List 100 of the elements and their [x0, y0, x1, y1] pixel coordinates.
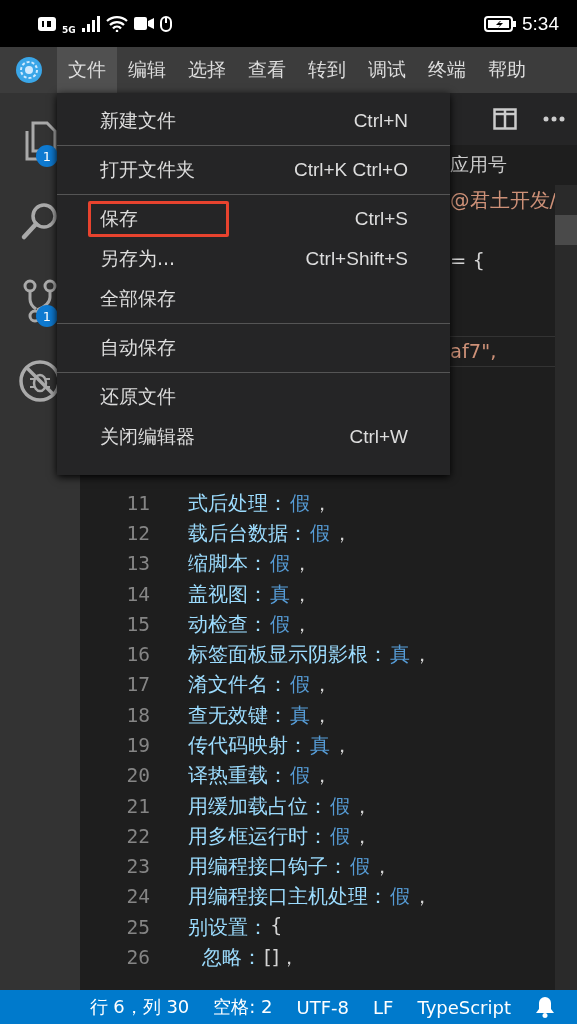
code-token: ， [412, 884, 432, 911]
code-token: ， [292, 611, 312, 638]
network-label: 5G [62, 24, 76, 35]
code-token: 载后台数据： [188, 520, 308, 547]
line-number: 12 [125, 521, 150, 545]
line-number: 24 [125, 885, 150, 909]
signal-icon [81, 15, 100, 32]
hd-icon [38, 16, 56, 31]
menu-item[interactable]: 保存 Ctrl+S [57, 199, 450, 239]
code-token: ， [352, 823, 372, 850]
status-item[interactable]: 空格: 2 [213, 995, 273, 1019]
code-token: ， [312, 702, 332, 729]
status-item[interactable]: TypeScript [417, 996, 511, 1018]
line-number: 19 [125, 734, 150, 757]
breadcrumb-item[interactable]: 应用号 [450, 152, 507, 178]
menu-item-label: 全部保存 [100, 286, 176, 311]
menu-bar-item[interactable]: 选择 [177, 47, 237, 93]
code-token: ， [372, 854, 392, 881]
line-number: 14 [125, 582, 150, 606]
menu-bar-item[interactable]: 文件 [57, 47, 117, 93]
wifi-icon [105, 15, 128, 32]
menu-item-label: 自动保存 [100, 335, 176, 360]
code-token: 传代码映射： [188, 733, 308, 759]
shortcut-label: Ctrl+S [354, 208, 408, 230]
menu-item[interactable]: 打开文件夹 Ctrl+K Ctrl+O [57, 150, 450, 190]
scrollbar[interactable] [555, 185, 577, 990]
scrollbar-thumb[interactable] [555, 215, 577, 245]
status-item[interactable]: LF [373, 996, 394, 1018]
menu-item[interactable]: 另存为... Ctrl+Shift+S [57, 239, 450, 279]
code-token: ， [332, 520, 352, 547]
status-item[interactable]: 行 6，列 30 [89, 995, 190, 1019]
line-number: 16 [125, 643, 150, 667]
code-token: af7", [450, 340, 497, 364]
code-token: 假 [330, 793, 350, 820]
mouse-icon [159, 15, 172, 32]
menu-item-label: 另存为... [100, 246, 176, 271]
shortcut-label: Ctrl+W [349, 426, 408, 448]
menu-item-label: 打开文件夹 [100, 157, 195, 182]
files-icon[interactable] [23, 121, 57, 161]
line-number: 25 [125, 915, 150, 939]
menu-item-label: 还原文件 [100, 384, 176, 409]
camera-icon [133, 17, 154, 30]
code-token: 淆文件名： [188, 672, 288, 699]
code-token: 假 [270, 611, 290, 638]
source-control-icon[interactable] [23, 279, 57, 323]
code-token: ， [312, 763, 332, 790]
line-number: 18 [125, 703, 150, 727]
code-token: 假 [350, 854, 370, 881]
code-token: 真 [390, 642, 410, 669]
menu-item[interactable]: 新建文件 Ctrl+N [57, 101, 450, 141]
code-token: 假 [290, 763, 310, 790]
shortcut-label: Ctrl+Shift+S [305, 248, 408, 270]
code-token: 译热重载： [188, 763, 288, 790]
menu-bar-item[interactable]: 转到 [297, 47, 357, 93]
line-number: 21 [125, 794, 150, 818]
gear-logo-icon[interactable] [14, 56, 43, 84]
code-token: 缩脚本： [188, 551, 268, 578]
battery-icon [484, 15, 516, 32]
code-token: ， [312, 490, 332, 517]
menu-bar-item[interactable]: 帮助 [477, 47, 537, 93]
code-token: 真 [310, 733, 330, 759]
code-token: ， [292, 551, 312, 578]
search-icon[interactable] [20, 201, 60, 241]
code-token: ， [332, 733, 352, 759]
line-number: 15 [125, 612, 150, 636]
code-token: 假 [290, 490, 310, 517]
menu-item-label: 新建文件 [100, 108, 176, 133]
clock-time: 5:34 [522, 12, 559, 35]
more-icon[interactable] [543, 116, 565, 122]
code-token: ， [292, 581, 312, 608]
split-editor-icon[interactable] [493, 108, 517, 130]
status-item[interactable]: UTF-8 [296, 996, 350, 1018]
bell-icon[interactable] [535, 996, 555, 1018]
code-token: 用多框运行时： [188, 823, 328, 850]
menu-item[interactable]: 全部保存 [57, 279, 450, 319]
code-token: 用缓加载占位： [188, 793, 328, 820]
code-token: 假 [310, 520, 330, 547]
code-token: 假 [270, 551, 290, 578]
line-number: 11 [125, 491, 150, 515]
line-number: 26 [125, 946, 150, 970]
code-token: ， [412, 642, 432, 669]
shortcut-label: Ctrl+K Ctrl+O [293, 159, 408, 181]
count-badge: 1 [36, 305, 58, 327]
code-token: = { [450, 249, 485, 273]
menu-item[interactable]: 关闭编辑器 Ctrl+W [57, 417, 450, 457]
code-token: ， [352, 793, 372, 820]
line-number: 23 [125, 855, 150, 879]
menu-item-label: 保存 [88, 201, 229, 237]
code-token: 式后处理： [188, 490, 288, 517]
line-number: 22 [125, 824, 150, 848]
code-token: 真 [270, 581, 290, 608]
menu-bar-item[interactable]: 查看 [237, 47, 297, 93]
code-token: 假 [290, 672, 310, 699]
menu-item[interactable]: 自动保存 [57, 328, 450, 368]
line-number: 13 [125, 552, 150, 576]
menu-bar-item[interactable]: 终端 [417, 47, 477, 93]
menu-bar-item[interactable]: 调试 [357, 47, 417, 93]
menu-item[interactable]: 还原文件 [57, 377, 450, 417]
menu-bar-item[interactable]: 编辑 [117, 47, 177, 93]
line-number: 17 [125, 673, 150, 697]
